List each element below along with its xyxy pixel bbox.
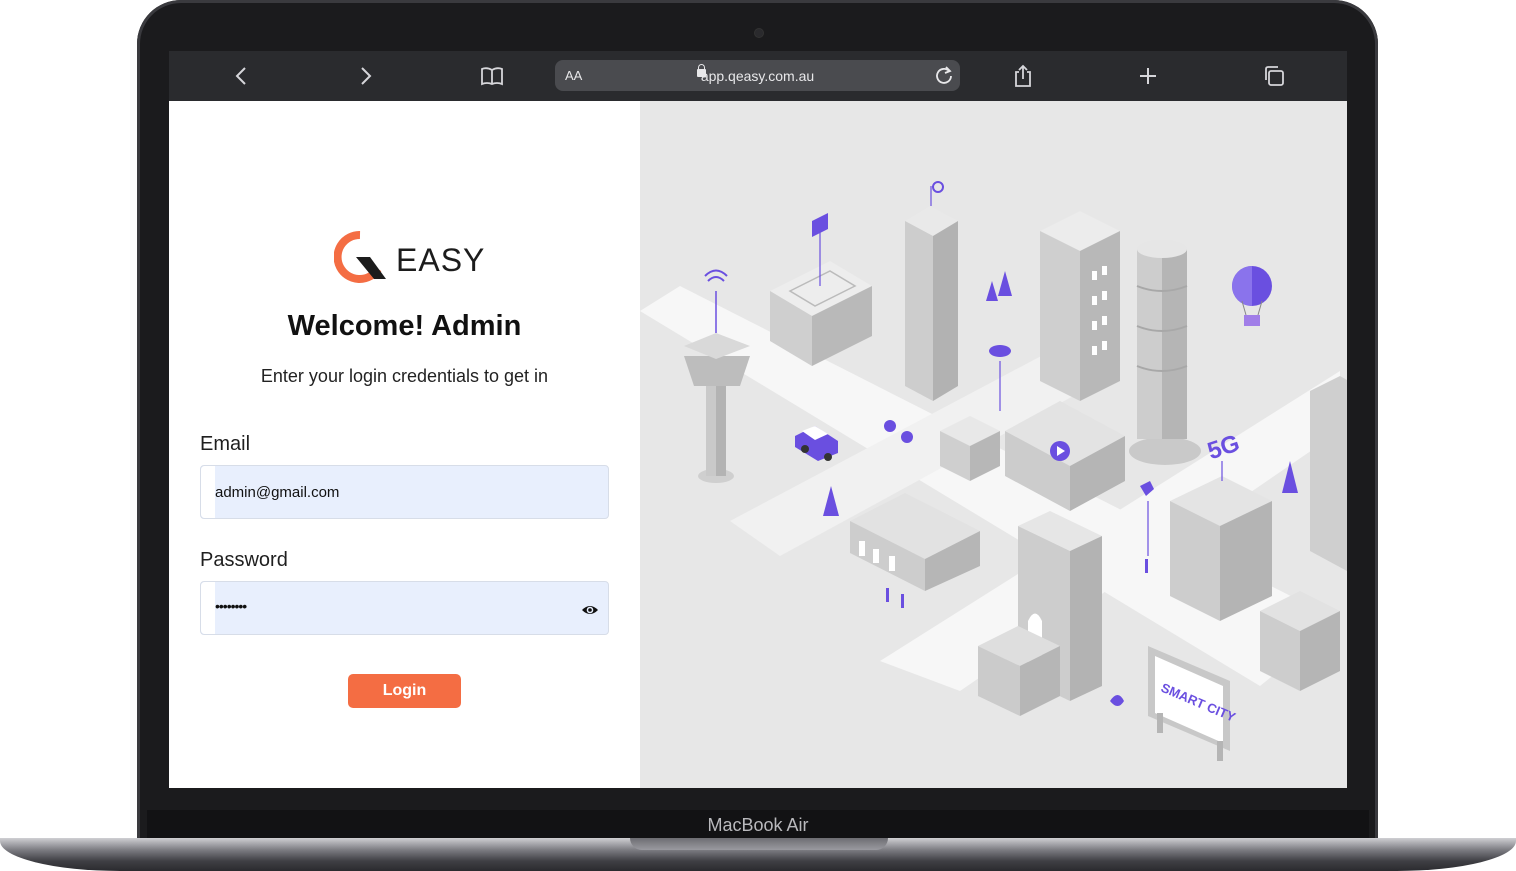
bookmarks-button[interactable] bbox=[472, 51, 512, 101]
screen: AA app.qeasy.com.au EASY Welcome! Admin … bbox=[169, 51, 1347, 788]
email-field[interactable]: admin@gmail.com bbox=[200, 465, 609, 519]
chevron-right-icon bbox=[361, 67, 372, 85]
address-bar[interactable]: AA app.qeasy.com.au bbox=[555, 60, 960, 91]
share-icon bbox=[1015, 64, 1031, 87]
car bbox=[795, 426, 838, 461]
back-button[interactable] bbox=[221, 51, 261, 101]
building-tall bbox=[905, 181, 958, 401]
email-value: admin@gmail.com bbox=[215, 484, 340, 501]
reload-icon bbox=[936, 66, 952, 84]
building-cylinder bbox=[1129, 240, 1201, 465]
new-tab-button[interactable] bbox=[1128, 51, 1168, 101]
url-text: app.qeasy.com.au bbox=[700, 68, 815, 84]
browser-toolbar: AA app.qeasy.com.au bbox=[169, 51, 1347, 101]
city-svg: 5G SMART CITY bbox=[640, 181, 1347, 761]
login-panel: EASY Welcome! Admin Enter your login cre… bbox=[169, 101, 640, 788]
smart-city-illustration: 5G SMART CITY bbox=[640, 101, 1347, 788]
camera bbox=[755, 29, 763, 37]
logo-mark bbox=[334, 231, 386, 283]
login-button[interactable]: Login bbox=[348, 674, 461, 708]
plus-icon bbox=[1140, 68, 1156, 84]
password-value: •••••••• bbox=[215, 598, 247, 614]
building-arches bbox=[850, 493, 980, 591]
device-label: MacBook Air bbox=[707, 815, 809, 835]
book-icon bbox=[481, 67, 503, 86]
laptop-notch bbox=[630, 838, 888, 850]
share-button[interactable] bbox=[1003, 51, 1043, 101]
page-title: Welcome! Admin bbox=[287, 310, 522, 342]
forward-button[interactable] bbox=[346, 51, 386, 101]
tabs-button[interactable] bbox=[1254, 51, 1294, 101]
reload-button[interactable] bbox=[934, 62, 954, 94]
email-label: Email bbox=[200, 433, 251, 455]
building-apartment bbox=[1040, 211, 1120, 401]
password-field[interactable]: •••••••• bbox=[200, 581, 609, 635]
tabs-icon bbox=[1265, 66, 1284, 86]
password-label: Password bbox=[200, 549, 288, 571]
logo-text: EASY bbox=[396, 242, 486, 278]
eye-icon[interactable] bbox=[581, 601, 599, 619]
building-low bbox=[770, 213, 872, 366]
page-subtitle: Enter your login credentials to get in bbox=[260, 366, 549, 386]
chevron-left-icon bbox=[235, 67, 246, 85]
hot-air-balloon bbox=[1232, 266, 1272, 326]
